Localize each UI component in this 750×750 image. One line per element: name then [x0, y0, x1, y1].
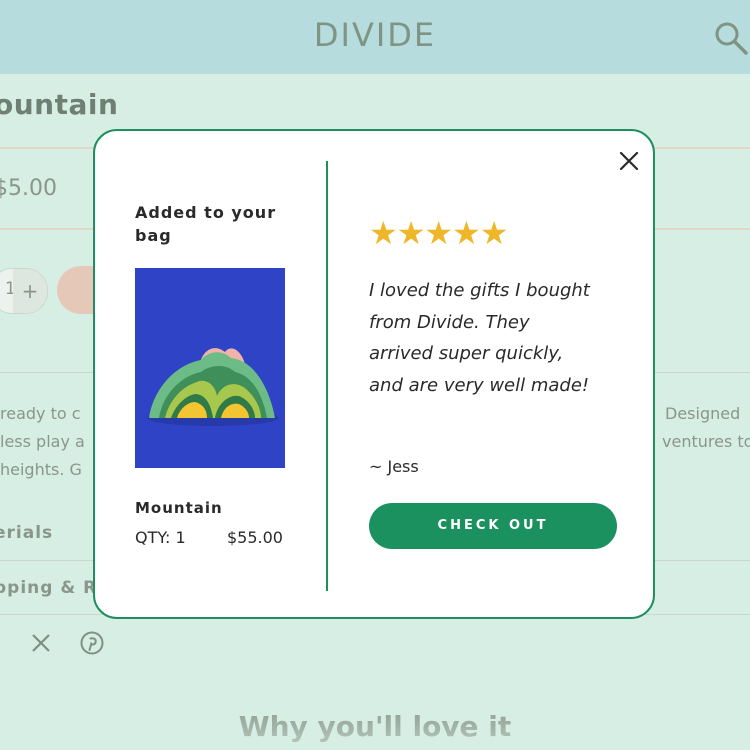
description-text: Designed: [665, 404, 741, 423]
site-header: DIVIDE: [0, 0, 750, 74]
description-text: ventures to: [662, 432, 750, 451]
product-price: $5.00: [0, 176, 57, 201]
brand-logo[interactable]: DIVIDE: [0, 16, 750, 54]
description-text: heights. G: [0, 460, 82, 479]
product-quantity: QTY: 1: [135, 528, 186, 547]
description-text: less play a: [0, 432, 85, 451]
added-to-bag-modal: Added to your bag Mountain QTY: 1 $55.00…: [93, 129, 655, 619]
review-quote: I loved the gifts I bought from Divide. …: [369, 280, 590, 396]
search-icon[interactable]: [713, 20, 749, 56]
checkout-button[interactable]: CHECK OUT: [369, 503, 617, 549]
product-price: $55.00: [227, 528, 283, 547]
modal-divider: [326, 161, 328, 591]
added-to-bag-title: Added to your bag: [135, 203, 277, 245]
x-icon[interactable]: [30, 632, 52, 654]
quantity-plus-button[interactable]: +: [13, 269, 47, 313]
product-title: ountain: [0, 88, 119, 121]
description-text: ready to c: [0, 404, 81, 423]
accordion-shipping[interactable]: pping & R: [0, 578, 97, 598]
review-author: ~ Jess: [369, 457, 419, 476]
quantity-stepper[interactable]: 1 +: [0, 268, 48, 314]
product-image: [135, 268, 285, 468]
star-rating: ★★★★★: [369, 214, 508, 252]
product-name: Mountain: [135, 499, 223, 517]
why-heading: Why you'll love it: [238, 710, 512, 743]
accordion-materials[interactable]: erials: [0, 523, 53, 543]
pinterest-icon[interactable]: [80, 631, 104, 655]
close-icon[interactable]: [615, 147, 643, 175]
